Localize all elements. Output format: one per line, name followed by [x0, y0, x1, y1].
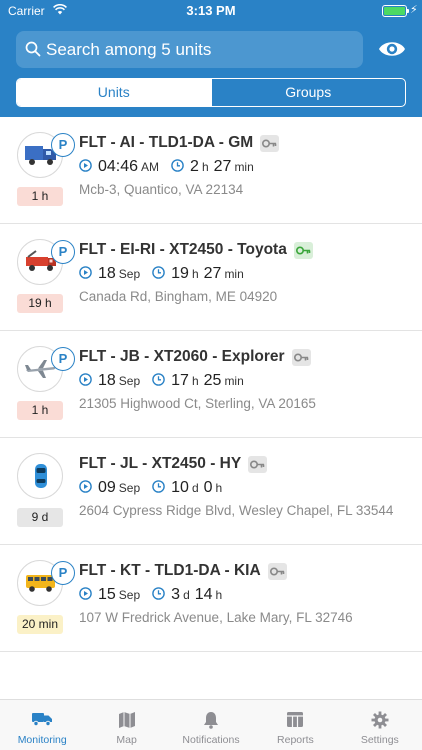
duration-value-1: 17	[171, 372, 189, 389]
battery-icon	[382, 5, 407, 17]
duration-unit-1: h	[201, 160, 209, 174]
unit-address: Canada Rd, Bingham, ME 04920	[79, 289, 278, 304]
last-time-value: 04:46	[98, 158, 139, 175]
charging-bolt-icon: ⚡	[410, 4, 418, 16]
clock-icon	[171, 159, 184, 172]
tab-label: Notifications	[182, 734, 240, 746]
segment-units[interactable]: Units	[17, 79, 211, 106]
last-time-value: 18	[98, 265, 116, 282]
tab-map[interactable]: Map	[84, 700, 168, 750]
units-groups-segmented-control: Units Groups	[16, 78, 406, 107]
last-time-unit: Sep	[118, 588, 141, 602]
tab-bar: Monitoring Map Notifications Reports Set…	[0, 699, 422, 750]
duration-unit-2: h	[215, 481, 223, 495]
clock-icon	[152, 480, 165, 493]
play-circle-icon	[79, 587, 92, 600]
tab-monitoring[interactable]: Monitoring	[0, 700, 84, 750]
duration-unit-2: min	[224, 267, 244, 281]
duration-value-2: 0	[203, 479, 213, 496]
duration-value-2: 25	[203, 372, 222, 389]
tab-settings[interactable]: Settings	[338, 700, 422, 750]
play-circle-icon	[79, 480, 92, 493]
unit-address: Mcb-3, Quantico, VA 22134	[79, 182, 244, 197]
clock-icon	[152, 373, 165, 386]
duration-value-1: 3	[171, 586, 181, 603]
unit-name: FLT - KT - TLD1-DA - KIA	[79, 562, 261, 579]
duration-unit-1: d	[191, 481, 199, 495]
play-circle-icon	[79, 159, 92, 172]
unit-name: FLT - EI-RI - XT2450 - Toyota	[79, 241, 287, 258]
duration-unit-2: h	[215, 588, 223, 602]
duration-unit-2: min	[224, 374, 244, 388]
unit-address: 21305 Highwood Ct, Sterling, VA 20165	[79, 396, 316, 411]
eye-icon[interactable]	[378, 37, 406, 61]
unit-address: 2604 Cypress Ridge Blvd, Wesley Chapel, …	[79, 503, 394, 518]
key-icon	[267, 562, 287, 580]
search-icon	[25, 41, 41, 62]
unit-row[interactable]: P 20 min FLT - KT - TLD1-DA - KIA 15 Sep…	[0, 545, 422, 652]
unit-row[interactable]: 9 d FLT - JL - XT2450 - HY 09 Sep 10 d 0…	[0, 438, 422, 545]
duration-value-2: 27	[203, 265, 222, 282]
last-time-value: 09	[98, 479, 116, 496]
key-icon	[291, 348, 311, 366]
last-time-unit: Sep	[118, 374, 141, 388]
last-time-value: 18	[98, 372, 116, 389]
duration-unit-2: min	[234, 160, 254, 174]
segment-groups[interactable]: Groups	[210, 79, 406, 106]
status-bar: Carrier 3:13 PM ⚡	[0, 0, 422, 22]
unit-row[interactable]: P 1 h FLT - AI - TLD1-DA - GM 04:46 AM 2…	[0, 117, 422, 224]
key-icon	[293, 241, 313, 259]
tab-label: Monitoring	[17, 734, 67, 746]
duration-unit-1: h	[191, 374, 199, 388]
key-icon	[260, 134, 280, 152]
duration-unit-1: d	[183, 588, 190, 602]
last-time-unit: Sep	[118, 481, 141, 495]
clock-time: 3:13 PM	[186, 3, 236, 18]
unit-name: FLT - JB - XT2060 - Explorer	[79, 348, 285, 365]
battery-level	[384, 7, 405, 15]
last-time-value: 15	[98, 586, 116, 603]
parking-badge: P	[51, 347, 75, 371]
search-input[interactable]	[46, 31, 356, 68]
parking-badge: P	[51, 561, 75, 585]
tab-reports[interactable]: Reports	[253, 700, 337, 750]
last-message-age: 1 h	[17, 401, 63, 420]
duration-value-1: 10	[171, 479, 189, 496]
unit-row[interactable]: P 1 h FLT - JB - XT2060 - Explorer 18 Se…	[0, 331, 422, 438]
tab-notifications[interactable]: Notifications	[169, 700, 253, 750]
last-time-unit: Sep	[118, 267, 141, 281]
duration-value-1: 19	[171, 265, 189, 282]
duration-value-1: 2	[190, 158, 199, 175]
unit-list: P 1 h FLT - AI - TLD1-DA - GM 04:46 AM 2…	[0, 117, 422, 652]
play-circle-icon	[79, 266, 92, 279]
unit-avatar	[17, 453, 63, 499]
duration-unit-1: h	[191, 267, 199, 281]
tab-label: Reports	[277, 734, 314, 746]
last-message-age: 9 d	[17, 508, 63, 527]
app-header: Carrier 3:13 PM ⚡ Units Groups	[0, 0, 422, 117]
unit-row[interactable]: P 19 h FLT - EI-RI - XT2450 - Toyota 18 …	[0, 224, 422, 331]
clock-icon	[152, 587, 165, 600]
duration-value-2: 27	[213, 158, 232, 175]
key-icon	[248, 455, 268, 473]
last-message-age: 19 h	[17, 294, 63, 313]
parking-badge: P	[51, 240, 75, 264]
last-message-age: 1 h	[17, 187, 63, 206]
clock-icon	[152, 266, 165, 279]
last-time-unit: AM	[141, 160, 160, 174]
play-circle-icon	[79, 373, 92, 386]
duration-value-2: 14	[194, 586, 213, 603]
last-message-age: 20 min	[17, 615, 63, 634]
tab-label: Settings	[360, 734, 399, 746]
parking-badge: P	[51, 133, 75, 157]
unit-name: FLT - JL - XT2450 - HY	[79, 455, 242, 472]
tab-label: Map	[116, 734, 137, 746]
battery-cap	[407, 9, 409, 13]
search-field[interactable]	[16, 31, 363, 68]
unit-name: FLT - AI - TLD1-DA - GM	[79, 134, 254, 151]
unit-address: 107 W Fredrick Avenue, Lake Mary, FL 327…	[79, 610, 353, 625]
